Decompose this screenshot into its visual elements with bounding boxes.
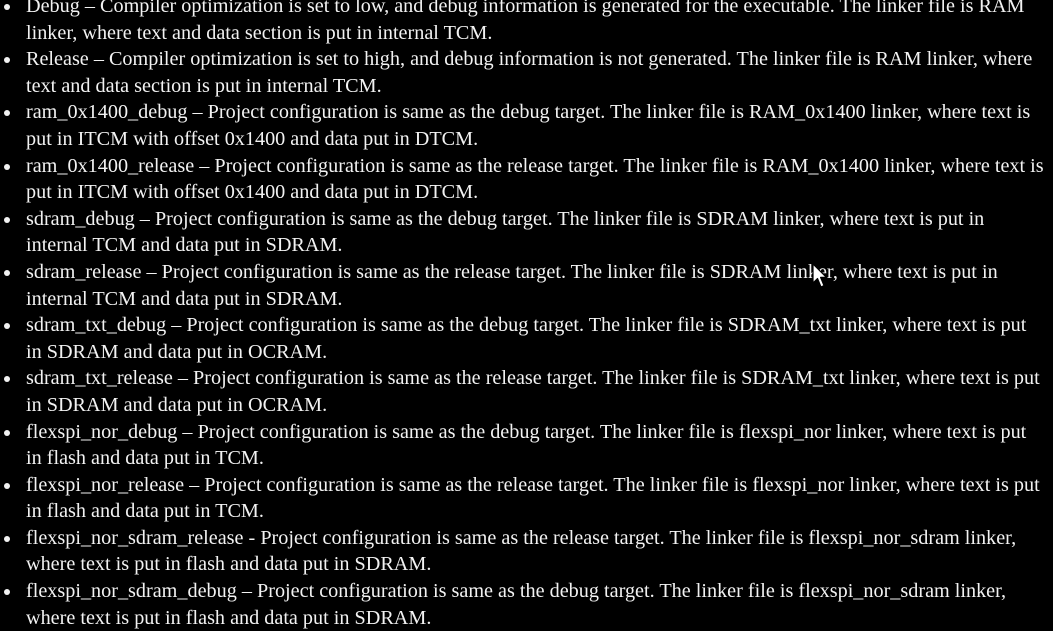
list-item-sdram-debug: sdram_debug – Project configuration is s… bbox=[0, 206, 1053, 259]
bullet-icon bbox=[4, 323, 10, 330]
bullet-icon bbox=[4, 269, 10, 276]
mouse-pointer-icon bbox=[812, 263, 828, 288]
list-item-text: sdram_txt_debug – Project configuration … bbox=[26, 314, 1027, 363]
list-item-text: flexspi_nor_sdram_release - Project conf… bbox=[26, 526, 1017, 576]
list-item-sdram-release: sdram_release – Project configuration is… bbox=[0, 259, 1053, 312]
bullet-icon bbox=[4, 376, 10, 383]
bullet-icon bbox=[4, 429, 10, 436]
list-item-flexspi-nor-sdram-release: flexspi_nor_sdram_release - Project conf… bbox=[0, 525, 1053, 578]
list-item-flexspi-nor-sdram-debug: flexspi_nor_sdram_debug – Project config… bbox=[0, 578, 1053, 631]
bullet-icon bbox=[4, 535, 10, 542]
list-item-text: ram_0x1400_release – Project configurati… bbox=[26, 154, 1044, 204]
list-item-text: Debug – Compiler optimization is set to … bbox=[26, 0, 1025, 44]
bullet-icon bbox=[4, 216, 10, 223]
list-item-text: flexspi_nor_sdram_debug – Project config… bbox=[26, 580, 1007, 629]
bullet-icon bbox=[4, 482, 10, 489]
list-item-ram-0x1400-release: ram_0x1400_release – Project configurati… bbox=[0, 153, 1053, 206]
list-item-sdram-txt-debug: sdram_txt_debug – Project configuration … bbox=[0, 312, 1053, 365]
list-item-release: Release – Compiler optimization is set t… bbox=[0, 46, 1053, 99]
list-item-text: Release – Compiler optimization is set t… bbox=[26, 48, 1033, 97]
list-item-flexspi-nor-release: flexspi_nor_release – Project configurat… bbox=[0, 472, 1053, 525]
list-item-text: flexspi_nor_release – Project configurat… bbox=[26, 473, 1040, 523]
list-item-sdram-txt-release: sdram_txt_release – Project configuratio… bbox=[0, 365, 1053, 418]
list-item-ram-0x1400-debug: ram_0x1400_debug – Project configuration… bbox=[0, 99, 1053, 152]
list-item-text: flexspi_nor_debug – Project configuratio… bbox=[26, 420, 1027, 470]
list-item-flexspi-nor-debug: flexspi_nor_debug – Project configuratio… bbox=[0, 419, 1053, 472]
bullet-icon bbox=[4, 589, 10, 596]
list-item-text: sdram_txt_release – Project configuratio… bbox=[26, 367, 1040, 416]
bullet-icon bbox=[4, 163, 10, 170]
bullet-icon bbox=[4, 4, 10, 10]
list-item-text: ram_0x1400_debug – Project configuration… bbox=[26, 101, 1031, 150]
bullet-icon bbox=[4, 110, 10, 117]
list-item-debug: Debug – Compiler optimization is set to … bbox=[0, 0, 1053, 46]
slide-page: Debug – Compiler optimization is set to … bbox=[0, 0, 1053, 631]
list-item-text: sdram_release – Project configuration is… bbox=[26, 260, 998, 310]
build-configuration-list: Debug – Compiler optimization is set to … bbox=[0, 0, 1053, 631]
list-item-text: sdram_debug – Project configuration is s… bbox=[26, 207, 985, 257]
bullet-icon bbox=[4, 57, 10, 64]
